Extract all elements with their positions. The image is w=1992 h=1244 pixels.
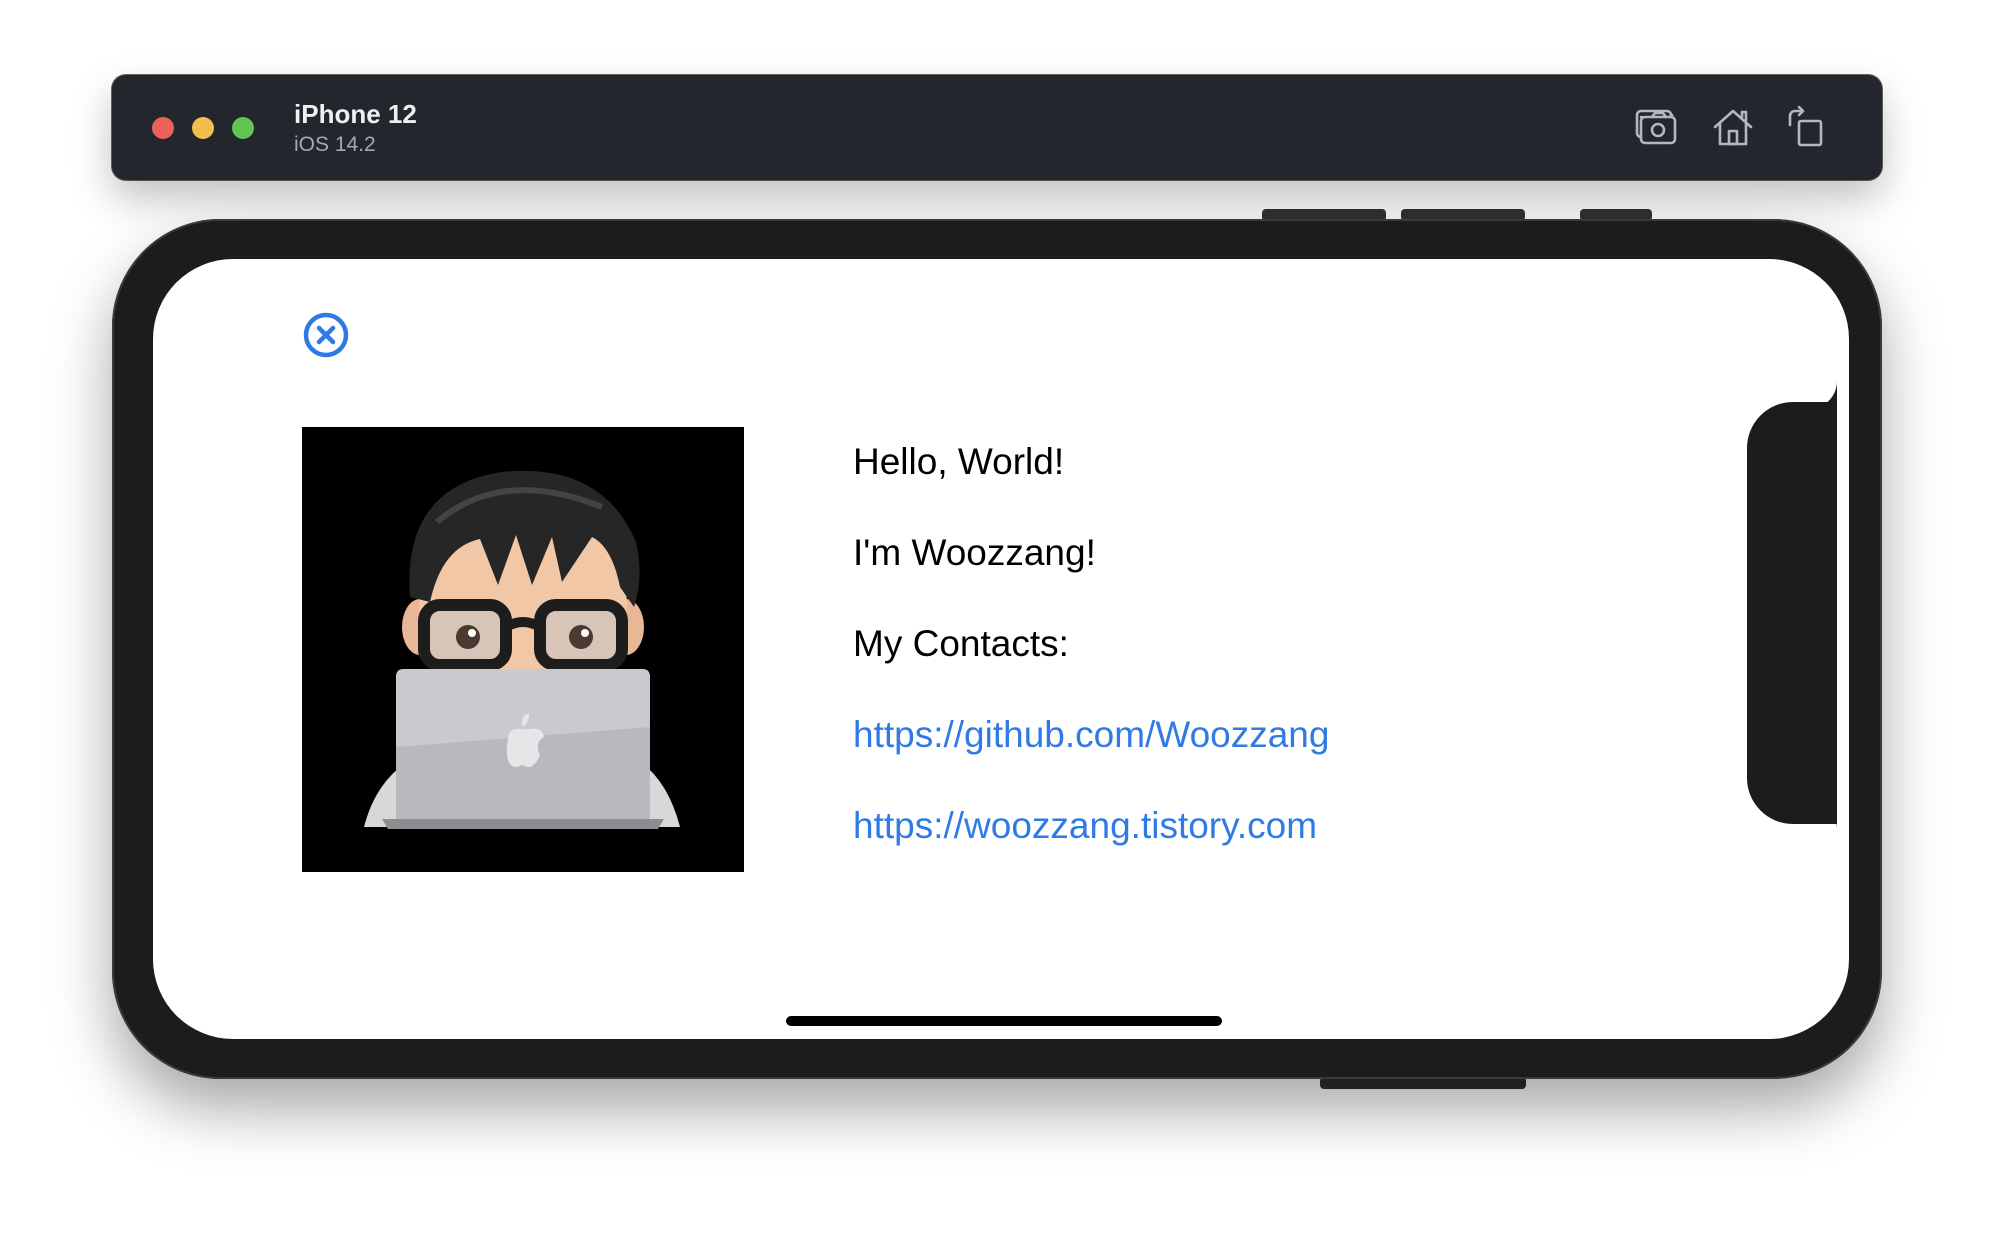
device-name: iPhone 12 (294, 99, 417, 129)
iphone-device-frame: Hello, World! I'm Woozzang! My Contacts:… (112, 219, 1882, 1079)
device-screen: Hello, World! I'm Woozzang! My Contacts:… (153, 259, 1849, 1039)
greeting-text: Hello, World! (853, 441, 1065, 482)
stage: iPhone 12 iOS 14.2 Hello, World! I'm Woo… (0, 0, 1992, 1244)
os-version: iOS 14.2 (294, 133, 376, 156)
contacts-label: My Contacts: (853, 623, 1069, 664)
window-close-button[interactable] (152, 117, 174, 139)
home-icon[interactable] (1709, 103, 1757, 151)
xmark-circle-icon[interactable] (302, 311, 350, 359)
github-link[interactable]: https://github.com/Woozzang (853, 712, 1329, 758)
memoji-avatar-image (302, 427, 744, 872)
sensor-notch (1747, 402, 1837, 824)
screenshot-icon[interactable] (1632, 103, 1680, 151)
simulator-title-bar: iPhone 12 iOS 14.2 (112, 75, 1882, 180)
window-minimize-button[interactable] (192, 117, 214, 139)
rotate-icon[interactable] (1782, 103, 1830, 151)
home-indicator[interactable] (786, 1016, 1222, 1026)
window-maximize-button[interactable] (232, 117, 254, 139)
blog-link[interactable]: https://woozzang.tistory.com (853, 803, 1317, 849)
intro-text: I'm Woozzang! (853, 532, 1096, 573)
